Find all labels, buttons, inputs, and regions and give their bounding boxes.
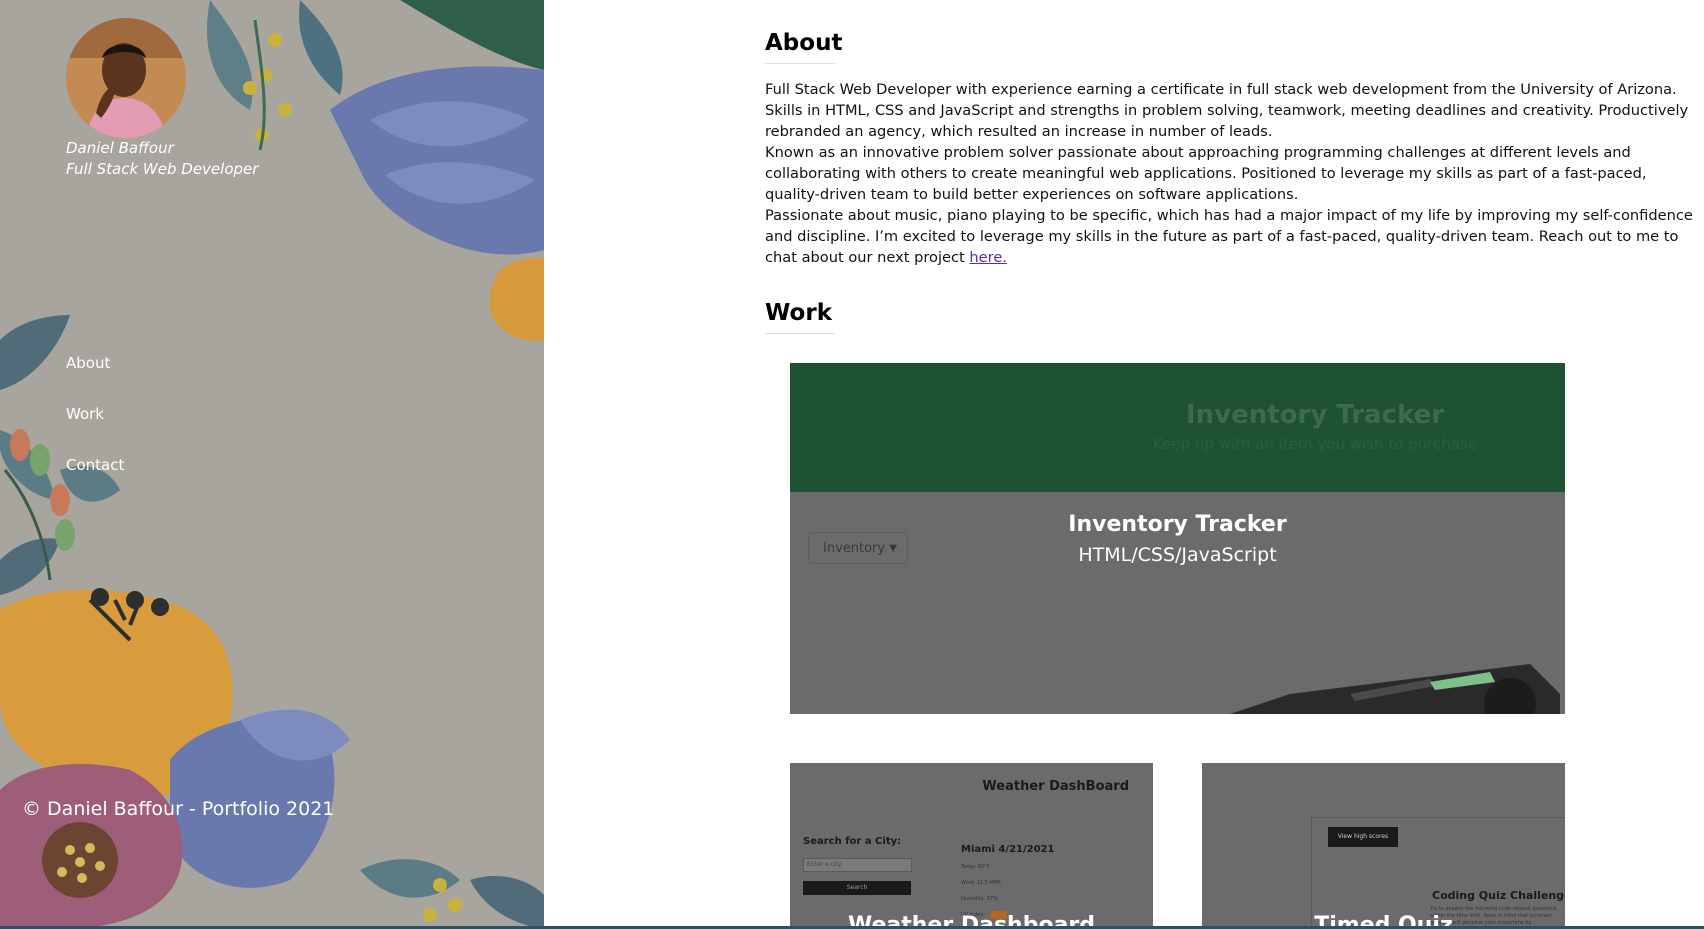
sidebar-name: Daniel Baffour [66,139,174,157]
sidebar: Daniel Baffour Full Stack Web Developer … [0,0,544,929]
about-heading: About [765,30,842,64]
preview-search-input: Enter a city [803,858,912,872]
preview-subtitle: Keep up with an item you wish to purchas… [1153,435,1477,453]
contact-here-link[interactable]: here. [969,249,1007,266]
graphics-card-image [1230,664,1560,714]
sidebar-nav: About Work Contact [66,354,124,507]
preview-city: Miami 4/21/2021 [961,844,1055,855]
project-title: Inventory Tracker [1068,512,1287,537]
preview-high-scores-label: View high scores [1337,833,1389,840]
nav-link-contact[interactable]: Contact [66,456,124,475]
avatar [66,18,186,138]
sidebar-role: Full Stack Web Developer [66,160,259,178]
project-card-inventory-tracker[interactable]: Inventory Tracker Keep up with an item y… [790,363,1565,714]
project-tech: HTML/CSS/JavaScript [1078,544,1277,566]
nav-link-about[interactable]: About [66,354,124,373]
about-text: Full Stack Web Developer with experience… [765,79,1693,268]
preview-title: Inventory Tracker [1185,400,1445,430]
about-paragraph-2: Known as an innovative problem solver pa… [765,144,1647,203]
project-card-timed-quiz[interactable]: View high scores Coding Quiz Challenge T… [1202,763,1565,929]
preview-humidity: Humidity: 57% [961,896,998,902]
preview-search-placeholder: Enter a city [807,861,842,868]
preview-title: Coding Quiz Challenge [1432,889,1565,902]
preview-search-label: Search for a City: [803,836,902,847]
work-heading: Work [765,300,835,334]
sidebar-footer: © Daniel Baffour - Portfolio 2021 [22,798,335,820]
project-preview-banner: Inventory Tracker Keep up with an item y… [790,363,1565,492]
profile-photo-illustration [66,18,186,138]
about-paragraph-1: Full Stack Web Developer with experience… [765,81,1689,140]
project-card-weather-dashboard[interactable]: Weather DashBoard Search for a City: Ent… [790,763,1153,929]
preview-temp: Temp: 80°F [961,864,990,870]
preview-title: Weather DashBoard [982,779,1129,794]
preview-search-button-label: Search [846,884,868,891]
main-content: About Full Stack Web Developer with expe… [765,0,1695,929]
preview-search-button: Search [803,881,911,895]
nav-link-work[interactable]: Work [66,405,124,424]
preview-wind: Wind: 11.5 MPH [961,880,1001,886]
about-paragraph-3-text: Passionate about music, piano playing to… [765,207,1693,266]
preview-high-scores-button: View high scores [1328,827,1398,847]
about-paragraph-3: Passionate about music, piano playing to… [765,205,1693,268]
